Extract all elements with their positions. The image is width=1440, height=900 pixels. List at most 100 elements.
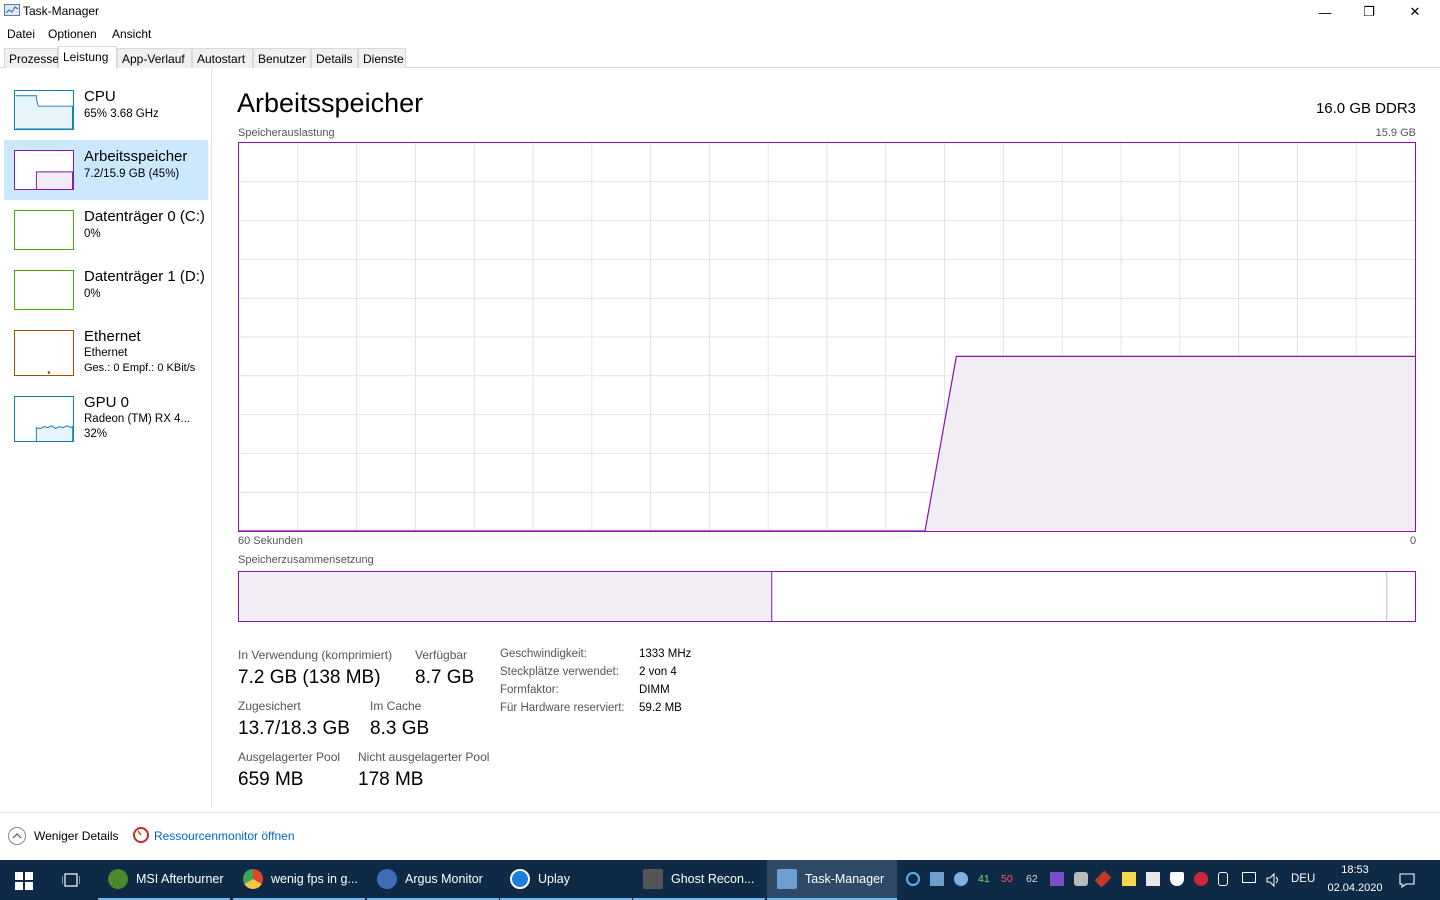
task-view-icon[interactable] xyxy=(62,872,80,888)
resource-cpu[interactable]: CPU 65% 3.68 GHz xyxy=(4,80,208,140)
window-title: Task-Manager xyxy=(23,4,100,18)
in-use-label: In Verwendung (komprimiert) xyxy=(238,648,393,662)
tray-temp-1[interactable]: 41 xyxy=(978,873,990,885)
taskbar-app-label: Task-Manager xyxy=(805,872,885,886)
slots-value: 2 von 4 xyxy=(639,666,677,678)
chrome-icon xyxy=(243,869,263,889)
taskbar-app-chrome[interactable]: wenig fps in g... xyxy=(233,860,365,900)
tab-prozesse[interactable]: Prozesse xyxy=(4,48,59,68)
footer: Weniger Details Ressourcenmonitor öffnen xyxy=(0,812,1440,860)
raspberry-tray-icon[interactable] xyxy=(1194,872,1208,886)
chevron-up-icon[interactable] xyxy=(8,827,26,845)
resource-disk-1[interactable]: Datenträger 1 (D:) 0% xyxy=(4,260,208,320)
taskbar-app-uplay[interactable]: Uplay xyxy=(500,860,632,900)
tab-bar: Prozesse Leistung App-Verlauf Autostart … xyxy=(0,46,1440,69)
argus-tray-icon[interactable] xyxy=(954,872,968,886)
form-factor-label: Formfaktor: xyxy=(500,684,559,696)
disk-0-thumbnail-graph xyxy=(14,210,74,250)
network-icon[interactable] xyxy=(1242,872,1256,883)
speed-label: Geschwindigkeit: xyxy=(500,648,587,660)
taskbar-app-label: MSI Afterburner xyxy=(136,872,224,886)
clock-time[interactable]: 18:53 xyxy=(1330,864,1380,876)
resource-monitor-link[interactable]: Ressourcenmonitor öffnen xyxy=(154,829,295,843)
committed-value: 13.7/18.3 GB xyxy=(238,718,350,739)
cached-value: 8.3 GB xyxy=(370,718,430,739)
slots-label: Steckplätze verwendet: xyxy=(500,666,619,678)
resource-subtitle: 65% 3.68 GHz xyxy=(84,108,159,120)
taskbar-app-argus-monitor[interactable]: Argus Monitor xyxy=(367,860,499,900)
available-label: Verfügbar xyxy=(415,648,468,662)
tray-temp-2[interactable]: 50 xyxy=(1001,873,1013,885)
tab-leistung[interactable]: Leistung xyxy=(58,46,117,69)
tab-autostart[interactable]: Autostart xyxy=(192,48,253,68)
resource-subtitle: Radeon (TM) RX 4... xyxy=(84,413,191,425)
uplay-tray-icon[interactable] xyxy=(906,872,920,886)
tray-temp-3[interactable]: 62 xyxy=(1026,873,1038,885)
taskbar-app-msi-afterburner[interactable]: MSI Afterburner xyxy=(98,860,230,900)
paged-pool-value: 659 MB xyxy=(238,769,304,790)
disk-1-thumbnail-graph xyxy=(14,270,74,310)
gpu-tray-icon[interactable] xyxy=(1050,872,1064,886)
maximize-button[interactable]: ❐ xyxy=(1346,0,1392,24)
resource-title: GPU 0 xyxy=(84,394,130,411)
paged-pool-label: Ausgelagerter Pool xyxy=(238,750,341,764)
nonpaged-pool-value: 178 MB xyxy=(358,769,424,790)
ethernet-thumbnail-graph xyxy=(14,330,74,376)
taskbar-app-label: Uplay xyxy=(538,872,570,886)
notifications-icon[interactable] xyxy=(1398,871,1416,889)
taskbar-app-task-manager[interactable]: Task-Manager xyxy=(767,860,897,900)
cached-label: Im Cache xyxy=(370,699,422,713)
form-factor-value: DIMM xyxy=(639,684,670,696)
volume-icon[interactable] xyxy=(1265,872,1281,888)
resource-subtitle: 0% xyxy=(84,288,101,300)
monitor-tray-icon[interactable] xyxy=(930,872,944,886)
title-bar: Task-Manager — ❐ ✕ xyxy=(0,0,1440,24)
memory-thumbnail-graph xyxy=(14,150,74,190)
in-use-value: 7.2 GB (138 MB) xyxy=(238,667,381,688)
afterburner-tray-icon[interactable] xyxy=(1094,870,1112,888)
taskbar: MSI Afterburner wenig fps in g... Argus … xyxy=(0,860,1440,900)
resource-title: Datenträger 0 (C:) xyxy=(84,208,205,225)
windows-start-icon[interactable] xyxy=(15,872,33,890)
close-button[interactable]: ✕ xyxy=(1392,0,1438,24)
speed-value: 1333 MHz xyxy=(639,648,692,660)
resource-gpu-0[interactable]: GPU 0 Radeon (TM) RX 4... 32% xyxy=(4,386,208,452)
file-tray-icon[interactable] xyxy=(1146,872,1160,886)
resource-monitor-icon[interactable] xyxy=(133,827,149,843)
tools-tray-icon[interactable] xyxy=(1074,872,1088,886)
resource-title: Datenträger 1 (D:) xyxy=(84,268,205,285)
menu-datei[interactable]: Datei xyxy=(7,27,35,41)
language-indicator[interactable]: DEU xyxy=(1291,873,1315,885)
resource-subtitle: 7.2/15.9 GB (45%) xyxy=(84,168,180,180)
memory-spec: 16.0 GB DDR3 xyxy=(1315,100,1416,117)
task-manager-icon xyxy=(777,869,797,889)
msi-afterburner-icon xyxy=(108,869,128,889)
tab-details[interactable]: Details xyxy=(311,48,358,68)
tab-benutzer[interactable]: Benutzer xyxy=(253,48,311,68)
menu-ansicht[interactable]: Ansicht xyxy=(112,27,151,41)
notes-tray-icon[interactable] xyxy=(1122,872,1136,886)
resource-ethernet[interactable]: Ethernet Ethernet Ges.: 0 Empf.: 0 KBit/… xyxy=(4,320,208,386)
tab-dienste[interactable]: Dienste xyxy=(358,48,406,68)
shield-icon[interactable] xyxy=(1170,872,1184,886)
page-title: Arbeitsspeicher xyxy=(237,88,424,118)
menu-optionen[interactable]: Optionen xyxy=(48,27,97,41)
clock-date[interactable]: 02.04.2020 xyxy=(1322,882,1388,894)
fewer-details-button[interactable]: Weniger Details xyxy=(34,829,118,843)
hardware-reserved-value: 59.2 MB xyxy=(639,702,682,714)
usb-tray-icon[interactable] xyxy=(1218,872,1228,886)
committed-label: Zugesichert xyxy=(238,699,301,713)
minimize-button[interactable]: — xyxy=(1302,0,1348,24)
tab-app-verlauf[interactable]: App-Verlauf xyxy=(117,48,192,68)
resource-list: CPU 65% 3.68 GHz Arbeitsspeicher 7.2/15.… xyxy=(0,68,212,808)
available-value: 8.7 GB xyxy=(415,667,475,688)
resource-memory[interactable]: Arbeitsspeicher 7.2/15.9 GB (45%) xyxy=(4,140,208,200)
gpu-thumbnail-graph xyxy=(14,396,74,442)
resource-disk-0[interactable]: Datenträger 0 (C:) 0% xyxy=(4,200,208,260)
resource-throughput: Ges.: 0 Empf.: 0 KBit/s xyxy=(84,362,196,374)
hardware-reserved-label: Für Hardware reserviert: xyxy=(500,702,625,714)
memory-usage-graph xyxy=(238,142,1416,532)
ghost-recon-icon xyxy=(643,869,663,889)
taskbar-app-ghost-recon[interactable]: Ghost Recon... xyxy=(633,860,765,900)
menu-bar: Datei Optionen Ansicht xyxy=(0,24,1440,44)
